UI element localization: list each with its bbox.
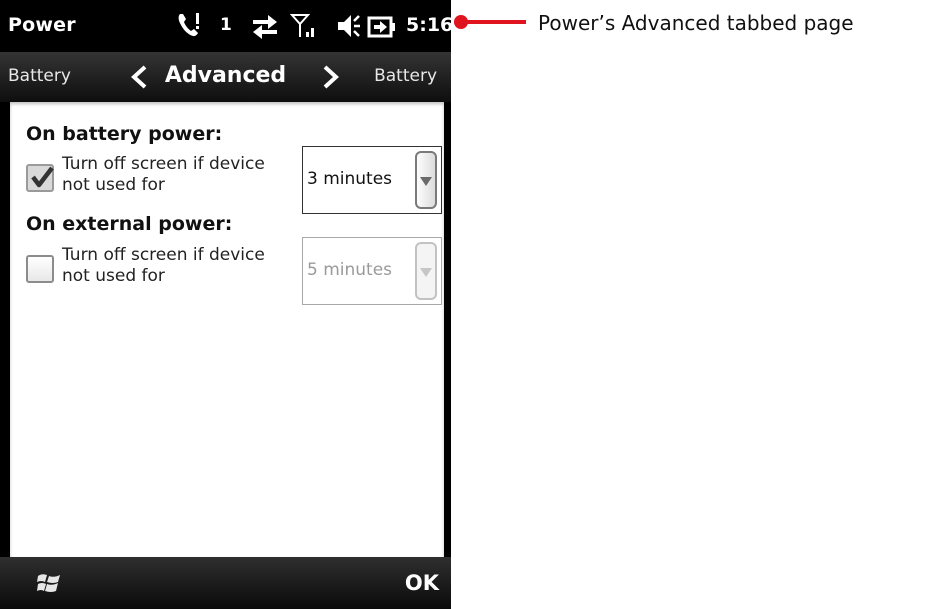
phone-call-icon[interactable] xyxy=(175,10,203,44)
external-label-line2: not used for xyxy=(62,266,165,286)
softkey-bar: OK xyxy=(0,557,451,609)
advanced-settings-panel: On battery power: Turn off screen if dev… xyxy=(10,102,444,557)
dropdown-arrow-icon xyxy=(420,177,432,186)
tab-next-battery[interactable]: Battery xyxy=(374,66,437,86)
external-screen-off-label[interactable]: Turn off screen if device not used for xyxy=(62,245,302,287)
volume-muted-icon[interactable] xyxy=(336,12,362,44)
external-screen-off-checkbox[interactable] xyxy=(26,255,54,283)
external-label-line1: Turn off screen if device xyxy=(62,245,265,265)
clock-time[interactable]: 5:16 xyxy=(406,14,451,36)
tab-bar: Battery Advanced Battery xyxy=(0,52,451,102)
battery-label-line2: not used for xyxy=(62,175,165,195)
battery-screen-off-label[interactable]: Turn off screen if device not used for xyxy=(62,154,302,196)
callout-annotation: Power’s Advanced tabbed page xyxy=(538,11,854,35)
battery-timeout-dropdown[interactable]: 3 minutes xyxy=(302,146,442,214)
battery-label-line1: Turn off screen if device xyxy=(62,154,265,174)
battery-dropdown-button[interactable] xyxy=(415,151,437,209)
call-count-badge: 1 xyxy=(220,15,232,35)
external-timeout-dropdown[interactable]: 5 minutes xyxy=(302,237,442,305)
checkmark-icon xyxy=(31,166,54,188)
external-power-heading: On external power: xyxy=(26,213,233,235)
data-connection-icon[interactable] xyxy=(250,12,280,44)
ok-button[interactable]: OK xyxy=(405,571,439,595)
dropdown-arrow-icon xyxy=(420,268,432,277)
external-dropdown-button[interactable] xyxy=(415,242,437,300)
app-title: Power xyxy=(8,14,76,36)
status-bar: Power 1 5:16 xyxy=(0,0,451,52)
battery-timeout-value: 3 minutes xyxy=(307,169,393,189)
callout-line xyxy=(466,20,526,24)
signal-strength-icon[interactable] xyxy=(289,12,318,44)
windows-start-icon[interactable] xyxy=(36,571,62,599)
external-timeout-value: 5 minutes xyxy=(307,260,393,280)
battery-charging-icon[interactable] xyxy=(366,11,398,45)
chevron-right-icon[interactable] xyxy=(320,64,342,94)
battery-power-heading: On battery power: xyxy=(26,123,223,145)
battery-screen-off-checkbox[interactable] xyxy=(26,164,54,192)
device-screen: Power 1 5:16 Battery Advanced Battery On… xyxy=(0,0,451,609)
